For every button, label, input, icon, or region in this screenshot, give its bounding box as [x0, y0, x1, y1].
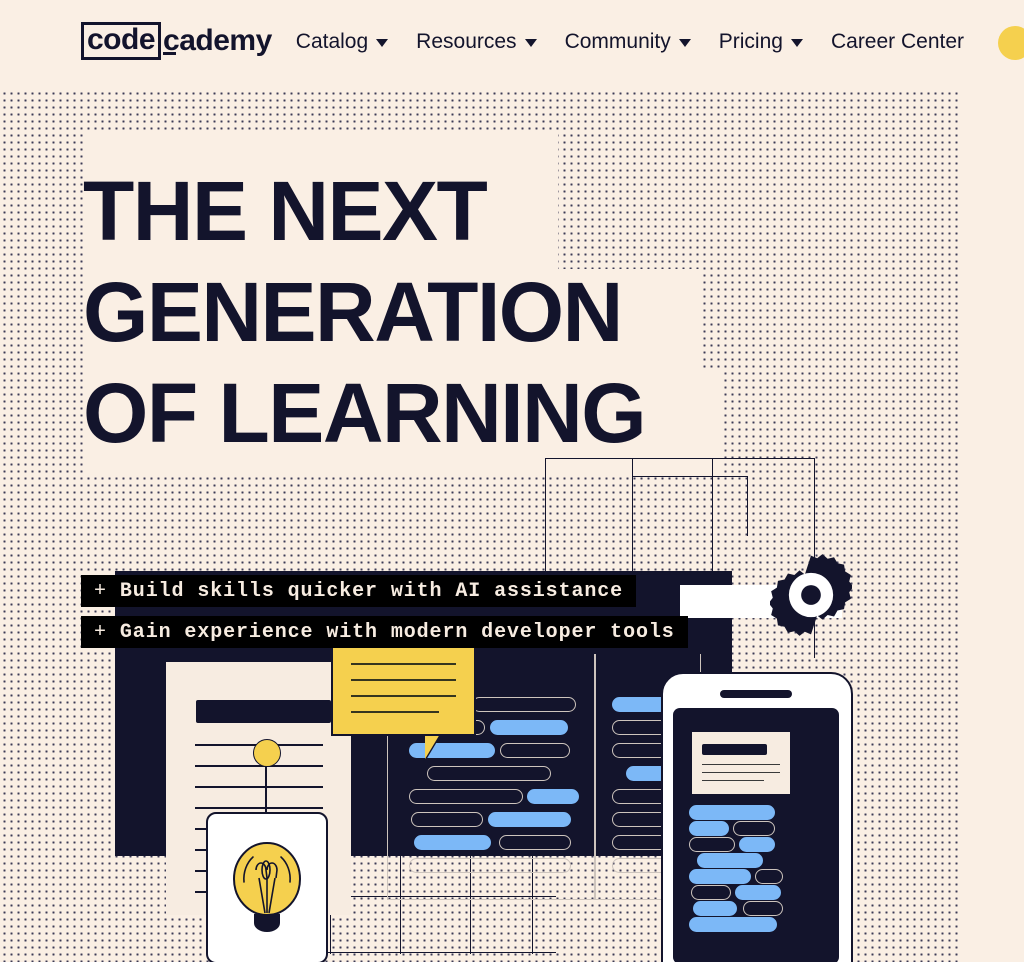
document-title-block — [196, 700, 331, 723]
document-text-line — [195, 765, 323, 767]
page-title: THE NEXT GENERATION OF LEARNING — [83, 164, 647, 460]
logo-tail-text: cademy — [163, 23, 272, 57]
phone-card-line — [702, 780, 764, 782]
feature-bullet-text-0: Build skills quicker with AI assistance — [119, 579, 624, 603]
lightbulb-card — [206, 812, 328, 962]
code-line — [472, 697, 576, 712]
code-line — [612, 835, 668, 850]
code-line — [411, 812, 483, 827]
phone-code-line — [743, 901, 783, 916]
phone-card-line — [702, 764, 780, 766]
nav-item-community[interactable]: Community — [565, 30, 691, 54]
gear-icon — [770, 554, 852, 636]
nav-label-career-center: Career Center — [830, 30, 965, 53]
user-avatar[interactable] — [998, 26, 1024, 60]
guide-line — [288, 952, 556, 954]
plus-icon: + — [94, 579, 107, 603]
bubble-text-line — [351, 695, 456, 697]
chevron-down-icon[interactable] — [790, 39, 803, 47]
nav-item-career-center[interactable]: Career Center — [831, 30, 964, 54]
code-line — [409, 858, 571, 873]
bubble-text-line — [351, 663, 456, 665]
code-line-highlight — [488, 812, 571, 827]
nav-label-catalog: Catalog — [295, 30, 369, 53]
nav-label-community: Community — [564, 30, 671, 53]
document-text-line — [195, 786, 323, 788]
code-line — [612, 812, 668, 827]
phone-code-line — [689, 837, 735, 852]
phone-code-line — [755, 869, 783, 884]
phone-code-line — [689, 917, 777, 932]
code-line — [409, 789, 523, 804]
chevron-down-icon[interactable] — [376, 39, 389, 47]
code-line — [499, 835, 571, 850]
plus-icon: + — [94, 620, 107, 644]
code-line — [500, 743, 570, 758]
guide-line — [545, 458, 547, 576]
guide-line — [747, 476, 749, 536]
nav-item-catalog[interactable]: Catalog — [295, 30, 389, 54]
code-line — [427, 766, 551, 781]
phone-code-line — [689, 805, 775, 820]
guide-line — [633, 476, 748, 478]
nav-label-pricing: Pricing — [718, 30, 783, 53]
phone-card-line — [702, 772, 780, 774]
site-header: code cademy Catalog Resources Community P… — [0, 0, 1024, 84]
smartphone — [661, 672, 853, 962]
code-line — [612, 720, 668, 735]
phone-code-line — [689, 869, 751, 884]
phone-speaker — [720, 690, 792, 698]
bubble-text-line — [351, 711, 439, 713]
phone-code-line — [689, 821, 729, 836]
nav-list: Catalog Resources Community Pricing Care… — [296, 30, 964, 54]
bubble-text-line — [351, 679, 456, 681]
nav-label-resources: Resources — [416, 30, 517, 53]
feature-bullet-text-1: Gain experience with modern developer to… — [119, 620, 675, 644]
phone-code-line — [739, 837, 775, 852]
code-line-highlight — [414, 835, 491, 850]
phone-code-line — [733, 821, 775, 836]
chevron-down-icon[interactable] — [678, 39, 691, 47]
code-line — [612, 743, 668, 758]
chevron-down-icon[interactable] — [524, 39, 537, 47]
phone-code-line — [691, 885, 731, 900]
phone-card-title — [702, 744, 767, 755]
main-navigation: Catalog Resources Community Pricing Care… — [296, 30, 964, 54]
speech-bubble — [331, 644, 476, 736]
nav-item-pricing[interactable]: Pricing — [719, 30, 803, 54]
phone-content-card — [692, 732, 790, 794]
code-editor-divider — [594, 654, 596, 899]
feature-bullet-1: + Gain experience with modern developer … — [81, 616, 688, 648]
phone-screen — [673, 708, 839, 962]
phone-code-line — [697, 853, 763, 868]
lightbulb-icon — [233, 842, 301, 932]
document-text-line — [195, 807, 323, 809]
feature-bullet-0: + Build skills quicker with AI assistanc… — [81, 575, 637, 607]
phone-code-line — [735, 885, 781, 900]
code-line-highlight — [490, 720, 568, 735]
nav-item-resources[interactable]: Resources — [416, 30, 537, 54]
yellow-dot-marker — [253, 739, 281, 767]
logo-boxed-text: code — [81, 22, 162, 60]
code-line-highlight — [409, 743, 495, 758]
code-line — [612, 789, 668, 804]
phone-code-line — [693, 901, 737, 916]
code-line-highlight — [527, 789, 579, 804]
code-line — [612, 858, 668, 873]
code-line-highlight — [612, 697, 668, 712]
codecademy-logo[interactable]: code cademy — [81, 22, 272, 60]
hero-section: THE NEXT GENERATION OF LEARNING + Build … — [0, 84, 1024, 962]
